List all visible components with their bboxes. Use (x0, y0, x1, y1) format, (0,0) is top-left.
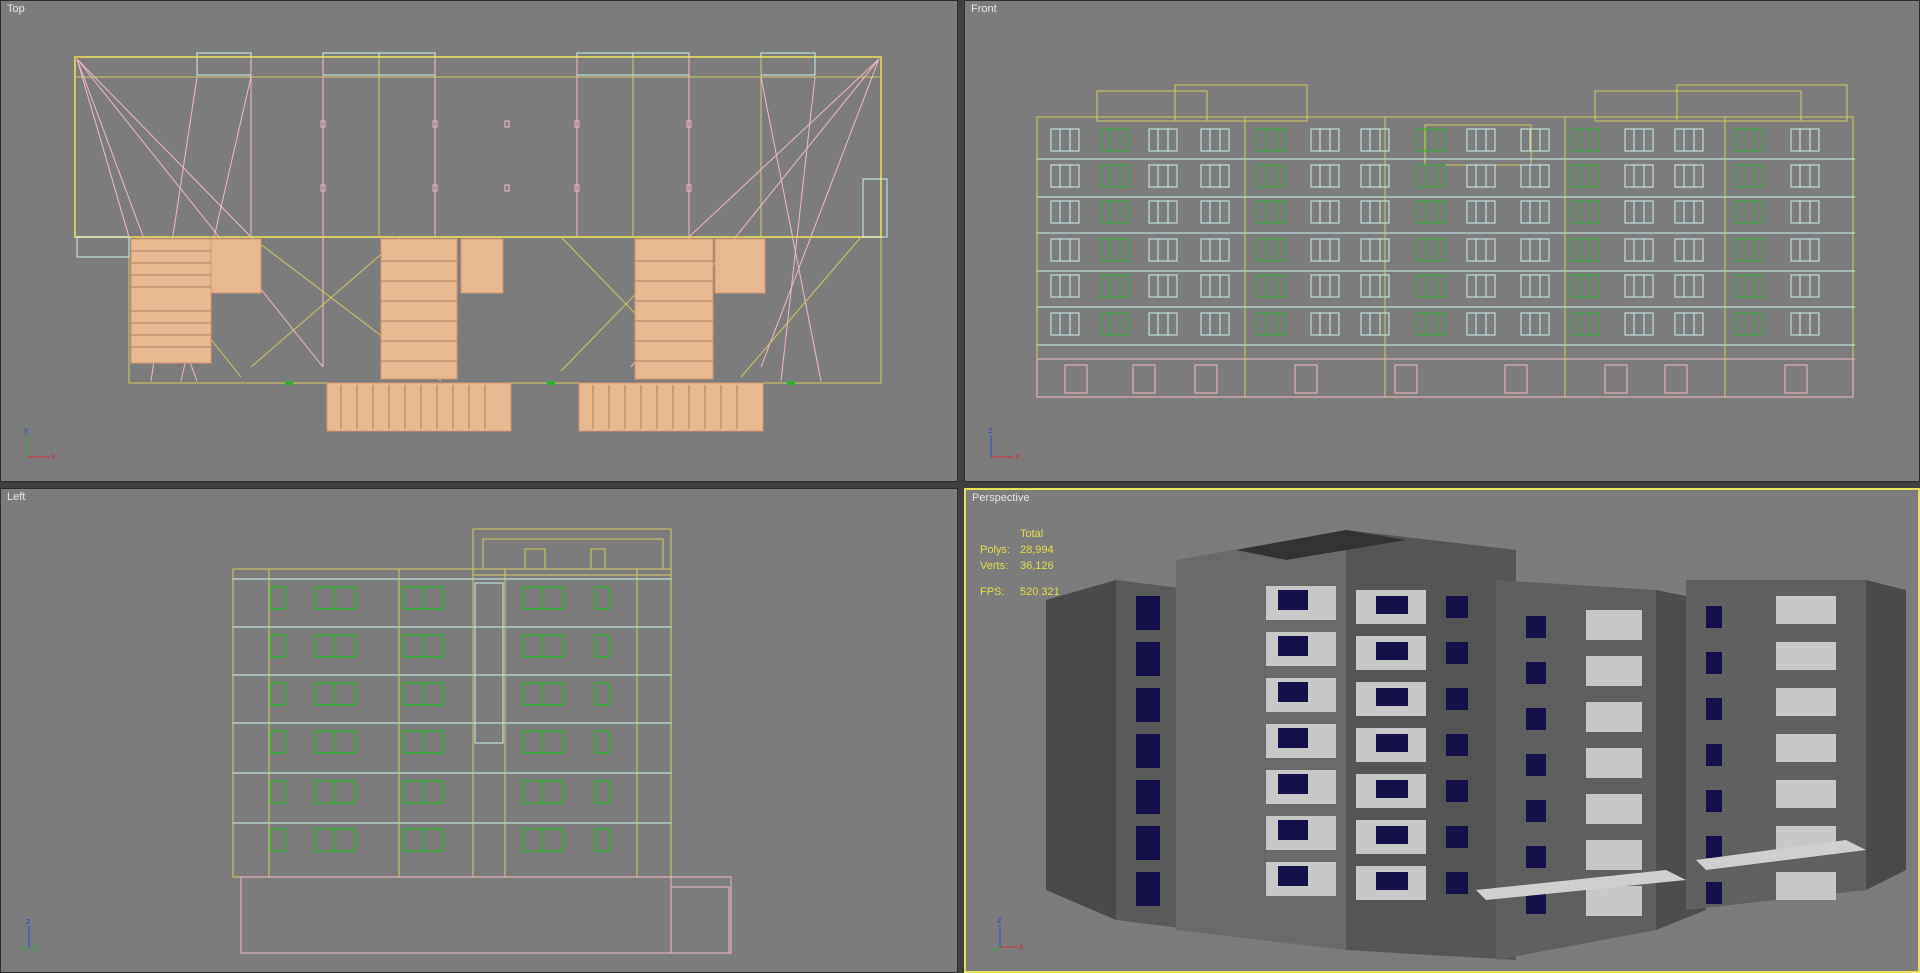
viewport-left[interactable]: Left z y (0, 488, 958, 973)
axis-label-b: x (1019, 941, 1024, 951)
viewport-front[interactable]: Front z x (964, 0, 1920, 482)
axis-label-b: x (51, 451, 56, 461)
axis-tripod-icon: z y (21, 916, 38, 952)
axis-tripod-icon: z x (988, 425, 1020, 461)
scene-statistics: Total Polys: 28,994 Verts: 36,126 FPS: 520.… (980, 526, 1090, 600)
viewport-top[interactable]: Top y x (0, 0, 958, 482)
top-plan-wireframe (74, 52, 888, 432)
left-elevation-wireframe (232, 528, 732, 954)
viewport-grid: Top y x Front z x Left z y Perspective T… (0, 0, 1920, 973)
polys-label: Polys: (980, 544, 1010, 556)
fps-label: FPS: (980, 586, 1005, 598)
viewport-perspective[interactable]: Perspective Total Polys: 28,994 Verts: 3… (964, 488, 1920, 973)
axis-label-b: x (1015, 451, 1020, 461)
axis-label-a: z (997, 915, 1002, 925)
stats-header: Total (1020, 528, 1044, 540)
polys-value: 28,994 (1020, 544, 1054, 556)
front-elevation-wireframe (1036, 84, 1855, 398)
verts-label: Verts: (980, 560, 1009, 572)
axis-label-a: z (26, 916, 31, 926)
axis-tripod-icon: z x (991, 915, 1024, 952)
perspective-render (1046, 530, 1906, 960)
fps-value: 520.321 (1020, 586, 1060, 598)
axis-label-a: y (24, 425, 29, 435)
axis-tripod-icon: y x (24, 425, 56, 461)
verts-value: 36,126 (1020, 560, 1054, 572)
axis-label-b: y (33, 942, 38, 952)
axis-label-a: z (988, 425, 993, 435)
